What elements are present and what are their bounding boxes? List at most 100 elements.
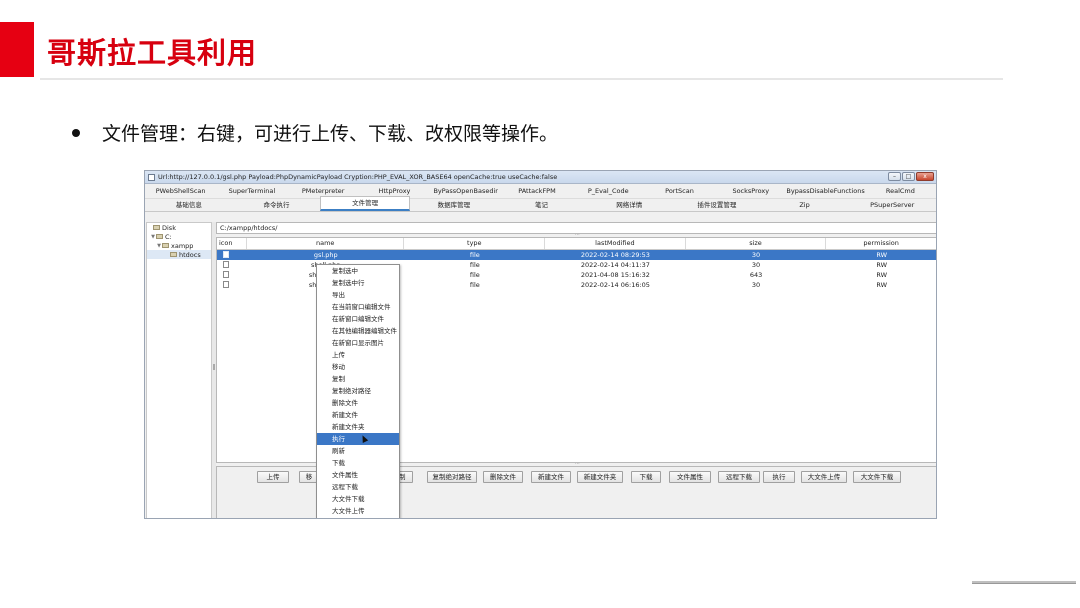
large-file-download-button[interactable]: 大文件下载	[853, 471, 901, 483]
menu-item-remote-download[interactable]: 远程下载	[317, 481, 399, 493]
execute-button[interactable]: 执行	[763, 471, 795, 483]
file-icon	[223, 250, 229, 258]
menu-item-large-file-download[interactable]: 大文件下载	[317, 493, 399, 505]
new-file-button[interactable]: 新建文件	[531, 471, 571, 483]
menu-item-edit-other-editor[interactable]: 在其他编辑器编辑文件	[317, 325, 399, 337]
tree-node-disk[interactable]: Disk	[147, 223, 211, 232]
cell-size: 30	[751, 261, 761, 269]
tab-superterminal[interactable]: SuperTerminal	[216, 187, 287, 195]
tab-zip[interactable]: Zip	[761, 201, 849, 211]
tab-socksproxy[interactable]: SocksProxy	[715, 187, 786, 195]
menu-item-copy[interactable]: 复制	[317, 373, 399, 385]
cell-permission: RW	[876, 271, 888, 279]
menu-item-edit-current-window[interactable]: 在当前窗口编辑文件	[317, 301, 399, 313]
cell-lastmodified: 2022-02-14 08:29:53	[580, 251, 650, 259]
menu-item-new-file[interactable]: 新建文件	[317, 409, 399, 421]
slide: 哥斯拉工具利用 文件管理：右键，可进行上传、下载、改权限等操作。 Url:htt…	[0, 0, 1080, 608]
menu-item-download[interactable]: 下载	[317, 457, 399, 469]
app-icon	[148, 173, 155, 181]
tab-pattackfpm[interactable]: PAttackFPM	[501, 187, 572, 195]
menu-item-file-properties[interactable]: 文件属性	[317, 469, 399, 481]
tab-plugin-settings[interactable]: 插件设置管理	[673, 199, 761, 211]
tab-bypassdisablefunctions[interactable]: BypassDisableFunctions	[786, 187, 864, 195]
menu-item-delete-file[interactable]: 删除文件	[317, 397, 399, 409]
file-icon	[223, 270, 229, 278]
cell-size: 30	[751, 281, 761, 289]
table-row[interactable]: gsl.php file 2022-02-14 08:29:53 30 RW	[217, 250, 936, 260]
tab-realcmd[interactable]: RealCmd	[865, 187, 936, 195]
bullet-text: 文件管理：右键，可进行上传、下载、改权限等操作。	[102, 123, 559, 145]
tree-node-label: xampp	[171, 241, 194, 250]
cell-size: 30	[751, 251, 761, 259]
menu-item-copy-absolute-path[interactable]: 复制绝对路径	[317, 385, 399, 397]
window-titlebar: Url:http://127.0.0.1/gsl.php Payload:Php…	[145, 171, 936, 184]
tab-portscan[interactable]: PortScan	[644, 187, 715, 195]
tab-file-manager[interactable]: 文件管理	[320, 196, 411, 211]
large-file-upload-button[interactable]: 大文件上传	[801, 471, 847, 483]
menu-item-refresh[interactable]: 刷新	[317, 445, 399, 457]
download-button[interactable]: 下载	[631, 471, 661, 483]
tree-node-label: Disk	[162, 223, 176, 232]
window-controls: – □ x	[888, 172, 934, 181]
cell-type: file	[469, 271, 480, 279]
column-header-size[interactable]: size	[686, 238, 827, 249]
folder-icon	[162, 243, 169, 248]
column-header-permission[interactable]: permission	[826, 238, 936, 249]
menu-item-show-image[interactable]: 在新窗口显示图片	[317, 337, 399, 349]
column-header-icon[interactable]: icon	[217, 238, 247, 249]
table-header: icon name type lastModified size permiss…	[217, 238, 936, 250]
folder-icon	[153, 225, 160, 230]
menu-item-new-folder[interactable]: 新建文件夹	[317, 421, 399, 433]
menu-item-copy-selected[interactable]: 复制选中	[317, 265, 399, 277]
maximize-button[interactable]: □	[902, 172, 915, 181]
close-button[interactable]: x	[916, 172, 934, 181]
tab-notes[interactable]: 笔记	[498, 199, 586, 211]
cell-lastmodified: 2021-04-08 15:16:32	[580, 271, 650, 279]
bullet-point: 文件管理：右键，可进行上传、下载、改权限等操作。	[72, 119, 558, 146]
copy-absolute-path-button[interactable]: 复制绝对路径	[427, 471, 477, 483]
file-icon	[223, 260, 229, 268]
column-header-name[interactable]: name	[247, 238, 405, 249]
title-accent-bar	[0, 22, 34, 77]
splitter-grip-icon[interactable]	[213, 364, 215, 370]
file-properties-button[interactable]: 文件属性	[669, 471, 711, 483]
column-header-type[interactable]: type	[404, 238, 546, 249]
folder-icon	[156, 234, 163, 239]
tab-basic-info[interactable]: 基础信息	[145, 199, 233, 211]
tab-command-exec[interactable]: 命令执行	[233, 199, 321, 211]
cell-size: 643	[749, 271, 763, 279]
delete-file-button[interactable]: 删除文件	[483, 471, 523, 483]
new-folder-button[interactable]: 新建文件夹	[577, 471, 623, 483]
tab-network-details[interactable]: 网络详情	[585, 199, 673, 211]
menu-item-edit-new-window[interactable]: 在新窗口编辑文件	[317, 313, 399, 325]
menu-item-copy-selected-row[interactable]: 复制选中行	[317, 277, 399, 289]
tab-bypassopenbasedir[interactable]: ByPassOpenBasedir	[430, 187, 501, 195]
bullet-dot-icon	[72, 128, 80, 137]
tab-p-eval-code[interactable]: P_Eval_Code	[573, 187, 644, 195]
upload-button[interactable]: 上传	[257, 471, 289, 483]
tree-node-htdocs[interactable]: htdocs	[147, 250, 211, 259]
godzilla-window: Url:http://127.0.0.1/gsl.php Payload:Php…	[144, 170, 937, 519]
menu-item-upload[interactable]: 上传	[317, 349, 399, 361]
column-header-lastmodified[interactable]: lastModified	[545, 238, 686, 249]
tab-httpproxy[interactable]: HttpProxy	[359, 187, 430, 195]
cell-type: file	[469, 261, 480, 269]
cell-type: file	[469, 251, 480, 259]
directory-tree: Disk ▼ C: ▼ xampp htdocs	[146, 222, 212, 518]
tree-node-xampp[interactable]: ▼ xampp	[147, 241, 211, 250]
cell-permission: RW	[876, 251, 888, 259]
menu-item-export[interactable]: 导出	[317, 289, 399, 301]
menu-item-large-file-upload[interactable]: 大文件上传	[317, 505, 399, 517]
tab-database-manager[interactable]: 数据库管理	[410, 199, 498, 211]
tab-psuperserver[interactable]: PSuperServer	[848, 201, 936, 211]
menu-item-execute[interactable]: 执行	[317, 433, 399, 445]
file-icon	[223, 280, 229, 288]
minimize-button[interactable]: –	[888, 172, 901, 181]
mouse-cursor-icon	[359, 434, 369, 443]
remote-download-button[interactable]: 远程下载	[718, 471, 760, 483]
tab-pmeterpreter[interactable]: PMeterpreter	[288, 187, 359, 195]
tree-node-c-drive[interactable]: ▼ C:	[147, 232, 211, 241]
menu-item-move[interactable]: 移动	[317, 361, 399, 373]
tab-pwebshellscan[interactable]: PWebShellScan	[145, 187, 216, 195]
window-title: Url:http://127.0.0.1/gsl.php Payload:Php…	[158, 173, 558, 181]
